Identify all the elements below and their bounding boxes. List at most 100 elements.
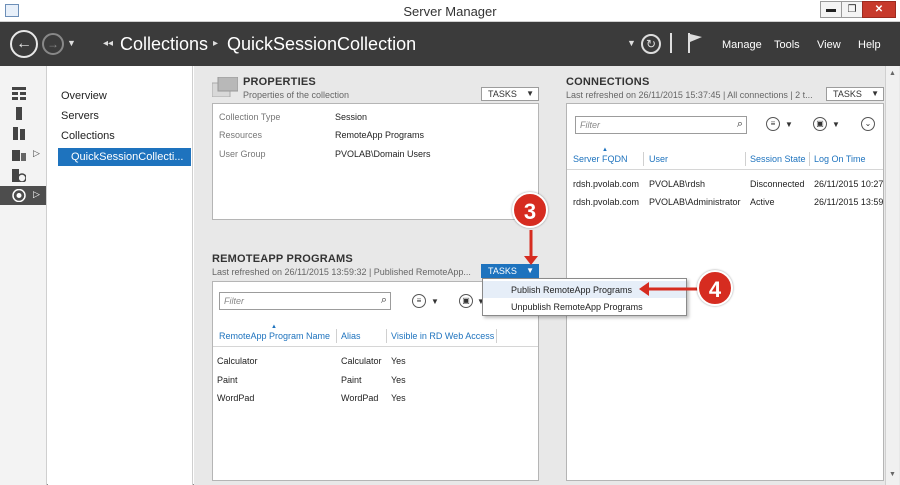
list-options-icon[interactable]: ≡: [412, 294, 426, 308]
remoteapp-subtitle: Last refreshed on 26/11/2015 13:59:32 | …: [212, 267, 471, 277]
column-header-visible-rdweb[interactable]: Visible in RD Web Access: [391, 331, 494, 341]
column-separator[interactable]: [643, 152, 644, 166]
dropdown-caret-icon: ▼: [871, 89, 879, 98]
table-cell[interactable]: 26/11/2015 10:27: [814, 179, 883, 189]
table-cell[interactable]: Yes: [391, 393, 406, 403]
search-icon[interactable]: ⌕: [381, 294, 387, 307]
filter-placeholder: Filter: [224, 296, 244, 306]
table-cell[interactable]: Yes: [391, 356, 406, 366]
rail-file-storage[interactable]: ▷: [0, 145, 46, 164]
close-button[interactable]: ✕: [862, 1, 896, 18]
properties-title: PROPERTIES: [243, 76, 316, 88]
property-key: Resources: [219, 130, 263, 140]
connections-filter-input[interactable]: Filter ⌕: [575, 116, 747, 134]
search-icon[interactable]: ⌕: [737, 118, 743, 131]
menu-publish-remoteapp[interactable]: Publish RemoteApp Programs: [483, 281, 686, 298]
dashboard-icon: [12, 87, 26, 100]
title-bar: Server Manager ▬ ❐ ✕: [0, 0, 900, 22]
save-query-icon[interactable]: ▣: [459, 294, 473, 308]
menu-tools[interactable]: Tools: [774, 39, 800, 51]
expand-icon[interactable]: ⌄: [861, 117, 875, 131]
menu-view[interactable]: View: [817, 39, 841, 51]
column-header-user[interactable]: User: [649, 154, 668, 164]
expand-chevron-icon[interactable]: ▷: [33, 189, 40, 200]
remoteapp-tasks-button[interactable]: TASKS ▼: [481, 264, 539, 278]
restore-button[interactable]: ❐: [841, 1, 863, 18]
breadcrumb-current: QuickSessionCollection: [227, 34, 417, 54]
table-cell[interactable]: Yes: [391, 375, 406, 385]
table-cell[interactable]: 26/11/2015 13:59: [814, 197, 883, 207]
filter-placeholder: Filter: [580, 120, 600, 130]
rail-remote-desktop-services[interactable]: ▷: [0, 186, 46, 205]
scroll-up-icon[interactable]: ▲: [889, 70, 896, 77]
header-divider: [670, 33, 672, 53]
nav-quicksessioncollection[interactable]: QuickSessionCollecti...: [58, 148, 191, 166]
list-options-icon[interactable]: ≡: [766, 117, 780, 131]
notifications-flag-icon[interactable]: [686, 31, 704, 55]
properties-tasks-button[interactable]: TASKS ▼: [481, 87, 539, 101]
list-options-dropdown-icon[interactable]: ▼: [785, 120, 793, 129]
property-value: RemoteApp Programs: [335, 130, 425, 140]
table-cell[interactable]: rdsh.pvolab.com: [573, 197, 639, 207]
rail-all-servers[interactable]: [0, 124, 46, 143]
history-dropdown-icon[interactable]: ▼: [67, 38, 76, 48]
column-header-program-name[interactable]: RemoteApp Program Name: [219, 331, 330, 341]
list-options-dropdown-icon[interactable]: ▼: [431, 297, 439, 306]
table-cell[interactable]: WordPad: [217, 393, 254, 403]
back-button[interactable]: ←: [10, 30, 38, 58]
refresh-icon[interactable]: ↻: [641, 34, 661, 54]
nav-servers[interactable]: Servers: [61, 110, 99, 122]
save-query-dropdown-icon[interactable]: ▼: [832, 120, 840, 129]
table-cell[interactable]: rdsh.pvolab.com: [573, 179, 639, 189]
table-cell[interactable]: Calculator: [217, 356, 258, 366]
scroll-down-icon[interactable]: ▼: [889, 471, 896, 478]
column-header-session-state[interactable]: Session State: [750, 154, 806, 164]
forward-button[interactable]: →: [42, 33, 64, 55]
dropdown-caret-icon: ▼: [526, 89, 534, 98]
column-header-logon-time[interactable]: Log On Time: [814, 154, 866, 164]
rail-dashboard[interactable]: [0, 84, 46, 103]
header-bar: ← → ▼ ◂◂ Collections ▸ QuickSessionColle…: [0, 22, 900, 66]
all-servers-icon: [13, 127, 25, 140]
nav-overview[interactable]: Overview: [61, 90, 107, 102]
column-header-alias[interactable]: Alias: [341, 331, 361, 341]
dropdown-caret-icon: ▼: [526, 266, 534, 275]
sort-ascending-icon: ▲: [602, 147, 608, 153]
column-separator[interactable]: [745, 152, 746, 166]
rail-local-server[interactable]: [0, 104, 46, 123]
property-key: Collection Type: [219, 112, 281, 122]
left-icon-rail: ▷ ▷: [0, 66, 47, 485]
column-header-server-fqdn[interactable]: Server FQDN: [573, 154, 628, 164]
table-cell[interactable]: PVOLAB\Administrator: [649, 197, 741, 207]
column-separator[interactable]: [496, 329, 497, 343]
column-separator[interactable]: [336, 329, 337, 343]
breadcrumb-back-chevron-icon[interactable]: ◂◂: [103, 38, 113, 49]
table-cell[interactable]: Active: [750, 197, 775, 207]
step-3-callout: 3: [512, 192, 548, 228]
file-storage-icon: [12, 150, 26, 161]
nav-collections[interactable]: Collections: [61, 130, 115, 142]
minimize-button[interactable]: ▬: [820, 1, 842, 18]
connections-tasks-button[interactable]: TASKS ▼: [826, 87, 884, 101]
save-query-icon[interactable]: ▣: [813, 117, 827, 131]
menu-help[interactable]: Help: [858, 39, 881, 51]
remoteapp-filter-input[interactable]: Filter ⌕: [219, 292, 391, 310]
table-cell[interactable]: Calculator: [341, 356, 382, 366]
table-cell[interactable]: Paint: [341, 375, 362, 385]
expand-chevron-icon[interactable]: ▷: [33, 148, 40, 159]
vertical-scrollbar[interactable]: ▲ ▼: [885, 66, 899, 485]
breadcrumb-dropdown-icon[interactable]: ▼: [627, 38, 636, 48]
column-separator[interactable]: [386, 329, 387, 343]
properties-section-icon: [212, 77, 238, 97]
table-cell[interactable]: Disconnected: [750, 179, 805, 189]
menu-unpublish-remoteapp[interactable]: Unpublish RemoteApp Programs: [483, 298, 686, 315]
column-separator[interactable]: [809, 152, 810, 166]
rail-iis[interactable]: [0, 166, 46, 185]
table-cell[interactable]: Paint: [217, 375, 238, 385]
tasks-dropdown-menu: Publish RemoteApp Programs Unpublish Rem…: [482, 278, 687, 316]
menu-manage[interactable]: Manage: [722, 39, 762, 51]
table-cell[interactable]: WordPad: [341, 393, 378, 403]
navigation-panel: Overview Servers Collections QuickSessio…: [48, 66, 193, 485]
table-cell[interactable]: PVOLAB\rdsh: [649, 179, 705, 189]
breadcrumb-collections[interactable]: Collections: [120, 34, 208, 55]
